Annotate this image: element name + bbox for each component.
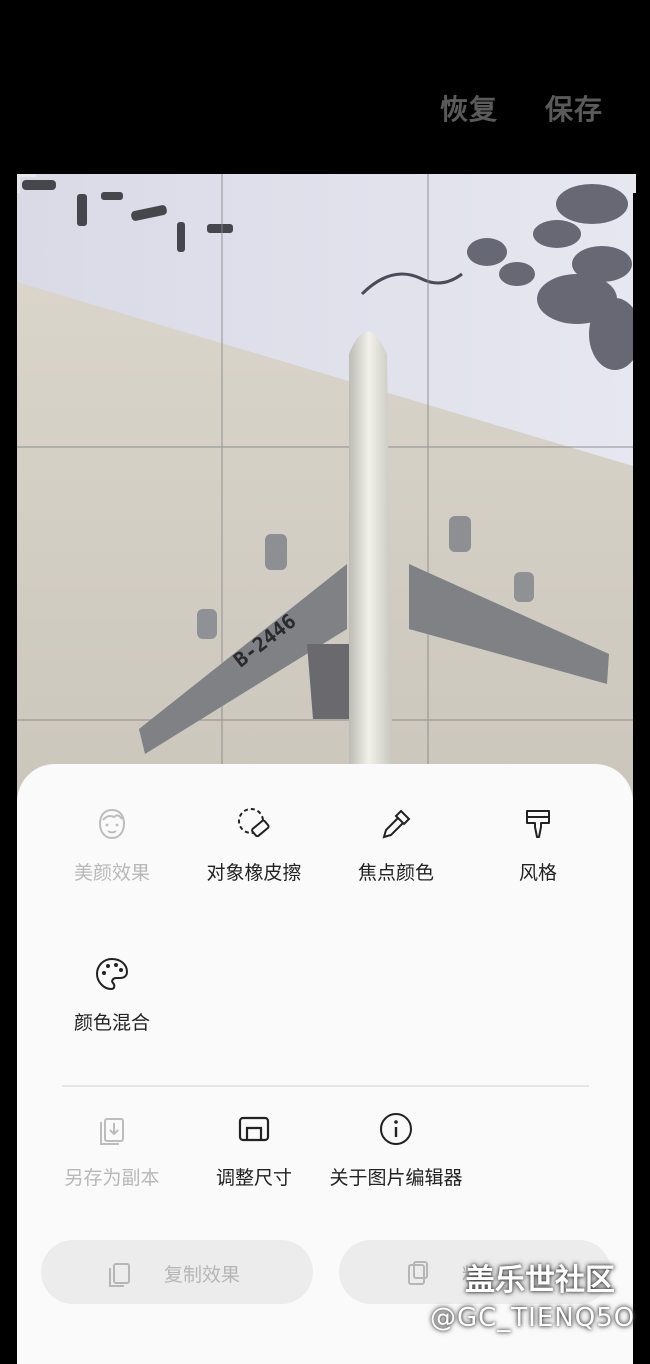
- crop-handle-top-right[interactable]: [617, 174, 636, 193]
- object-eraser-icon: [238, 808, 270, 838]
- tool-label: 调整尺寸: [215, 1167, 292, 1189]
- tool-label: 对象橡皮擦: [206, 862, 302, 884]
- restore-button[interactable]: 恢复: [440, 88, 498, 128]
- tool-label: 另存为副本: [64, 1167, 160, 1189]
- save-copy-tool[interactable]: 另存为副本: [42, 1109, 182, 1191]
- face-icon: [98, 808, 126, 840]
- watermark-title: 盖乐世社区: [465, 1263, 615, 1298]
- tool-label: 颜色混合: [73, 1012, 150, 1034]
- resize-tool[interactable]: 调整尺寸: [184, 1109, 324, 1191]
- color-blend-tool[interactable]: 颜色混合: [42, 954, 182, 1036]
- about-editor-tool[interactable]: 关于图片编辑器: [326, 1109, 466, 1191]
- tool-label: 关于图片编辑器: [329, 1167, 463, 1189]
- eyedropper-icon: [382, 809, 411, 839]
- paint-brush-icon: [526, 810, 550, 838]
- section-divider: [62, 1085, 589, 1087]
- photo-canvas[interactable]: B-2446: [17, 174, 633, 814]
- save-copy-icon: [100, 1118, 124, 1145]
- crop-handle-top-left[interactable]: [17, 174, 36, 193]
- info-icon: [380, 1113, 412, 1145]
- palette-icon: [95, 957, 129, 991]
- tool-label: 美颜效果: [73, 862, 150, 884]
- tool-label: 焦点颜色: [357, 862, 434, 884]
- object-eraser-tool[interactable]: 对象橡皮擦: [184, 804, 324, 886]
- airplane-photo: B-2446: [17, 174, 633, 814]
- beauty-effect-tool[interactable]: 美颜效果: [42, 804, 182, 886]
- copy-effect-label: 复制效果: [164, 1264, 241, 1286]
- watermark-handle: @GC_TIENQ5O: [430, 1303, 636, 1333]
- copy-effect-button[interactable]: 复制效果: [41, 1240, 313, 1304]
- tool-label: 风格: [518, 862, 557, 884]
- save-button[interactable]: 保存: [545, 88, 603, 128]
- resize-icon: [238, 1116, 270, 1142]
- copy-icon: [109, 1263, 130, 1287]
- paste-icon: [408, 1261, 428, 1285]
- top-bar: 恢复 保存: [0, 0, 650, 170]
- focus-color-tool[interactable]: 焦点颜色: [326, 804, 466, 886]
- style-tool[interactable]: 风格: [468, 804, 608, 886]
